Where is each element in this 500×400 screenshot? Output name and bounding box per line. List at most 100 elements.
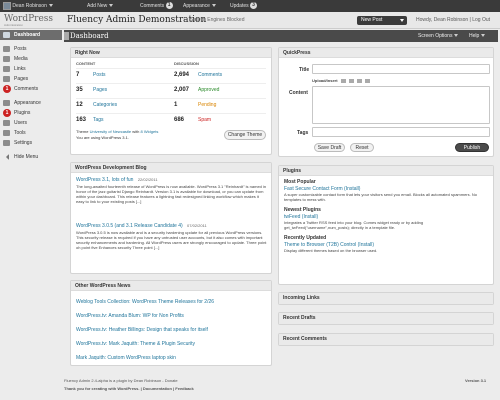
chevron-down-icon [481, 34, 486, 38]
content-link[interactable]: Pages [93, 84, 107, 96]
news-link[interactable]: WordPress.tv: Heather Billings: Design t… [76, 327, 208, 333]
admin-bar-updates[interactable]: Updates 3 [230, 0, 258, 12]
publish-button[interactable]: Publish [455, 143, 489, 152]
menu-item-users[interactable]: Users [0, 118, 62, 128]
widget-title[interactable]: Recent Comments [279, 334, 493, 345]
help-label: Help [469, 33, 480, 39]
chevron-down-icon [400, 19, 404, 22]
dev-blog-post: WordPress 3.0.5 (and 3.1 Release Candida… [76, 223, 268, 250]
widget-title[interactable]: WordPress Development Blog [71, 163, 271, 173]
right-now-widget: Right Now CONTENT DISCUSSION 7 Posts 2,6… [70, 47, 272, 155]
reset-button[interactable]: Reset [350, 143, 374, 152]
page-title-bar: Dashboard Screen Options Help [64, 30, 498, 42]
plugin-description: Integrates a Twitter RSS feed into your … [284, 220, 424, 230]
add-image-icon[interactable] [340, 78, 346, 83]
menu-item-links[interactable]: Links [0, 64, 62, 74]
news-link[interactable]: WordPress.tv: Mark Jaquith: Theme & Plug… [76, 341, 195, 347]
right-now-row: 163 Tags 686 Spam [76, 113, 266, 125]
hide-menu-button[interactable]: Hide Menu [0, 152, 62, 162]
admin-bar-user[interactable]: Dean Robinson [3, 0, 53, 12]
post-excerpt: WordPress 3.0.5 is now available and is … [76, 230, 267, 250]
admin-bar-add-new[interactable]: Add New [87, 0, 114, 12]
help-button[interactable]: Help [469, 33, 486, 39]
tools-icon [3, 130, 10, 136]
admin-bar-appearance[interactable]: Appearance [183, 0, 216, 12]
discussion-count: 2,007 [174, 87, 190, 93]
other-news-widget: Other WordPress News Weblog Tools Collec… [70, 280, 272, 366]
widget-title[interactable]: Recent Drafts [279, 313, 493, 324]
dev-blog-widget: WordPress Development Blog WordPress 3.1… [70, 162, 272, 274]
discussion-link[interactable]: Comments [198, 69, 222, 81]
content-link[interactable]: Categories [93, 99, 117, 111]
discussion-link[interactable]: Spam [198, 114, 211, 126]
admin-bar-comments[interactable]: Comments 1 [140, 0, 173, 12]
admin-bar-comments-label: Comments [140, 3, 165, 9]
content-count: 7 [76, 72, 80, 78]
site-title[interactable]: Fluency Admin Demonstration [67, 15, 206, 25]
content-count: 163 [76, 117, 87, 123]
updates-count-badge: 3 [250, 2, 258, 10]
theme-link[interactable]: University of Newcastle [90, 129, 132, 134]
admin-menu: Dashboard Posts Media Links Pages 1 Comme… [0, 30, 62, 200]
chevron-down-icon [48, 4, 53, 8]
tags-input[interactable] [312, 127, 490, 137]
title-label: Title [299, 67, 310, 73]
menu-item-plugins[interactable]: 1 Plugins [0, 108, 62, 118]
content-textarea[interactable] [312, 86, 490, 124]
discussion-link[interactable]: Pending [198, 99, 216, 111]
content-count: 35 [76, 87, 83, 93]
widgets-link[interactable]: 8 Widgets [141, 129, 159, 134]
right-now-row: 12 Categories 1 Pending [76, 98, 266, 110]
menu-label: Settings [14, 140, 33, 146]
widget-title[interactable]: Right Now [71, 48, 271, 58]
recent-drafts-widget: Recent Drafts [278, 312, 494, 325]
content-link[interactable]: Tags [93, 114, 104, 126]
widget-title[interactable]: QuickPress [279, 48, 493, 58]
menu-item-media[interactable]: Media [0, 54, 62, 64]
menu-item-settings[interactable]: Settings [0, 138, 62, 148]
theme-prefix: Theme [76, 129, 89, 134]
menu-label: Plugins [14, 110, 31, 116]
add-video-icon[interactable] [348, 78, 354, 83]
menu-item-tools[interactable]: Tools [0, 128, 62, 138]
right-now-row: 7 Posts 2,694 Comments [76, 68, 266, 80]
menu-item-comments[interactable]: 1 Comments [0, 84, 62, 94]
post-title-link[interactable]: WordPress 3.1, lots of fun [76, 177, 133, 183]
widget-title[interactable]: Plugins [279, 166, 493, 176]
content-link[interactable]: Posts [93, 69, 106, 81]
new-post-dropdown[interactable]: New Post [357, 16, 407, 25]
footer-credit[interactable]: Fluency Admin 2.4-alpha is a plugin by D… [64, 378, 178, 383]
plugins-content: Most Popular Fast Secure Contact Form (I… [284, 179, 490, 253]
links-icon [3, 66, 10, 72]
admin-bar-add-new-label: Add New [87, 3, 108, 9]
discussion-link[interactable]: Approved [198, 84, 219, 96]
footer-version: Version 3.1 [465, 378, 487, 383]
menu-label: Hide Menu [14, 154, 39, 160]
menu-item-dashboard[interactable]: Dashboard [0, 30, 62, 40]
theme-with: with [132, 129, 140, 134]
title-input[interactable] [312, 64, 490, 74]
post-title-link[interactable]: WordPress 3.0.5 (and 3.1 Release Candida… [76, 223, 183, 229]
howdy-logout[interactable]: Howdy, Dean Robinson | Log Out [416, 17, 490, 23]
menu-item-posts[interactable]: Posts [0, 44, 62, 54]
change-theme-button[interactable]: Change Theme [224, 130, 266, 140]
news-link[interactable]: Weblog Tools Collection: WordPress Theme… [76, 299, 214, 305]
plugin-description: A super customizable contact form that l… [284, 192, 477, 202]
comments-count-badge: 1 [3, 85, 11, 93]
screen-options-button[interactable]: Screen Options [418, 33, 459, 39]
content-column-header: CONTENT [76, 61, 96, 66]
menu-label: Media [14, 56, 28, 62]
widget-title[interactable]: Incoming Links [279, 293, 493, 304]
widget-title[interactable]: Other WordPress News [71, 281, 271, 291]
add-media-icon[interactable] [365, 78, 371, 83]
recent-comments-widget: Recent Comments [278, 333, 494, 346]
menu-item-appearance[interactable]: Appearance [0, 98, 62, 108]
add-audio-icon[interactable] [356, 78, 362, 83]
news-link[interactable]: Mark Jaquith: Custom WordPress laptop sk… [76, 355, 176, 361]
news-link[interactable]: WordPress.tv: Amanda Blum: WP for Non Pr… [76, 313, 184, 319]
save-draft-button[interactable]: Save Draft [314, 143, 345, 152]
menu-item-pages[interactable]: Pages [0, 74, 62, 84]
search-engines-blocked[interactable]: Search Engines Blocked [190, 17, 244, 23]
incoming-links-widget: Incoming Links [278, 292, 494, 305]
footer-thanks[interactable]: Thank you for creating with WordPress. |… [64, 386, 194, 391]
